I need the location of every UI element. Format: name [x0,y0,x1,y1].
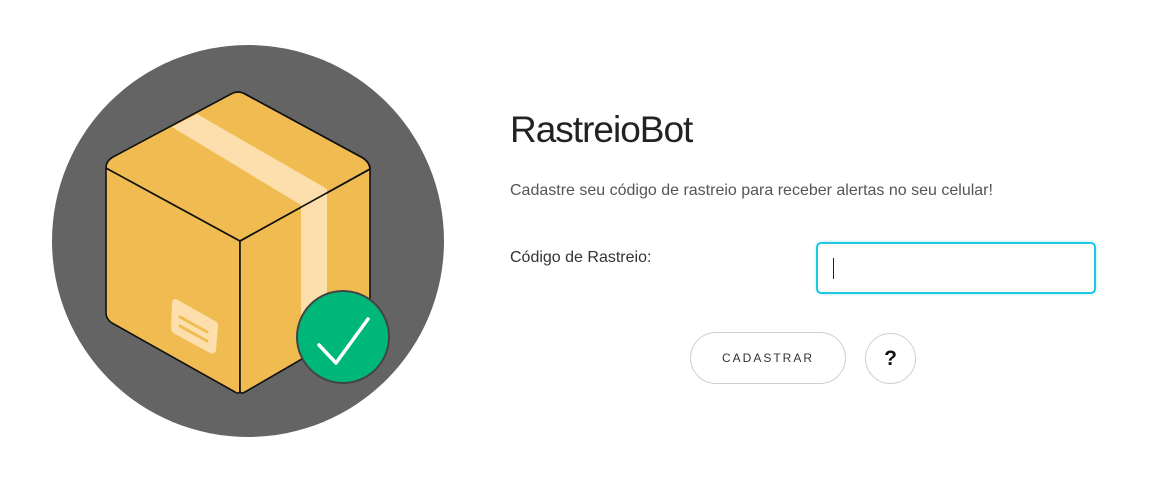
tracking-code-input[interactable] [816,242,1096,294]
package-box-with-check-icon [52,45,444,437]
app-subtitle: Cadastre seu código de rastreio para rec… [510,182,993,199]
page: RastreioBot Cadastre seu código de rastr… [0,0,1154,500]
app-title: RastreioBot [510,109,693,150]
package-illustration [52,45,444,437]
register-button[interactable]: CADASTRAR [690,332,846,384]
help-button[interactable]: ? [865,333,916,384]
registration-panel: RastreioBot Cadastre seu código de rastr… [510,0,1130,500]
text-cursor [833,258,834,279]
tracking-code-label: Código de Rastreio: [510,249,652,266]
